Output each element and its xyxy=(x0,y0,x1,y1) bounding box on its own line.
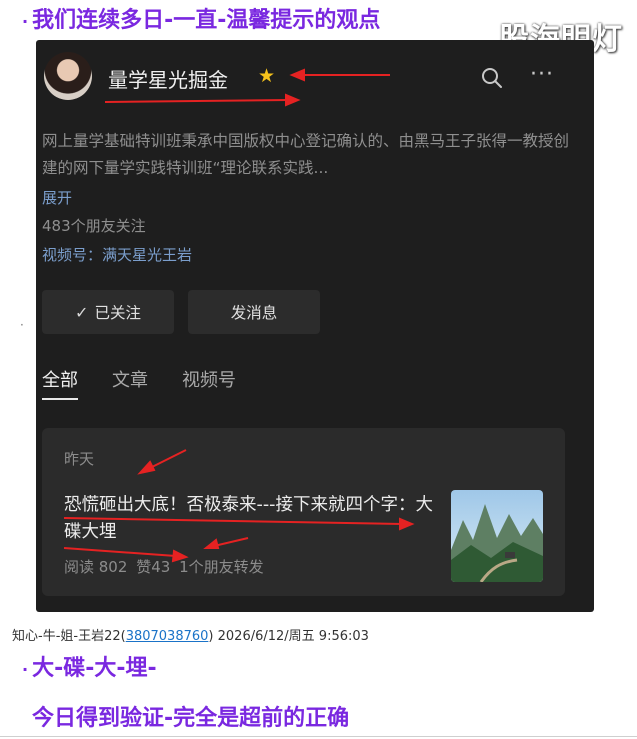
follow-button-label: 已关注 xyxy=(94,304,141,322)
author-close: ) xyxy=(208,629,214,644)
like-count: 赞43 xyxy=(136,558,171,576)
search-icon[interactable] xyxy=(480,66,504,90)
page-heading: · 我们连续多日-一直-温馨提示的观点 xyxy=(22,8,381,33)
tab-video[interactable]: 视频号 xyxy=(182,366,236,400)
follower-count: 483个朋友关注 xyxy=(42,217,146,235)
share-count: 1个朋友转发 xyxy=(179,558,264,576)
account-name[interactable]: 量学星光掘金 xyxy=(108,64,228,93)
check-icon: ✓ xyxy=(75,302,89,322)
expand-link[interactable]: 展开 xyxy=(42,187,72,208)
more-icon[interactable]: ··· xyxy=(530,62,554,87)
conclusion-line-1: · 大-碟-大-埋- xyxy=(22,656,157,681)
bullet-icon: · xyxy=(22,12,29,31)
article-stats: 阅读 802 赞43 1个朋友转发 xyxy=(64,556,268,577)
author-metadata: 知心-牛-姐-王岩22(3807038760) 2026/6/12/周五 9:5… xyxy=(12,625,369,644)
tab-bar: 全部 文章 视频号 xyxy=(42,366,236,400)
article-card[interactable]: 昨天 恐慌砸出大底！否极泰来---接下来就四个字：大碟大埋 阅读 802 赞43… xyxy=(42,428,565,596)
bullet-icon: · xyxy=(20,318,24,332)
article-date: 昨天 xyxy=(64,450,95,468)
follow-button[interactable]: ✓ 已关注 xyxy=(42,290,174,334)
author-id-link[interactable]: 3807038760 xyxy=(126,629,209,644)
article-thumbnail[interactable] xyxy=(451,490,543,582)
avatar[interactable] xyxy=(44,52,92,100)
tab-all[interactable]: 全部 xyxy=(42,366,78,400)
bullet-icon: · xyxy=(22,660,29,679)
account-description: 网上量学基础特训班秉承中国版权中心登记确认的、由黑马王子张得一教授创建的网下量学… xyxy=(42,132,570,177)
article-title[interactable]: 恐慌砸出大底！否极泰来---接下来就四个字：大碟大埋 xyxy=(64,492,436,546)
divider xyxy=(0,736,637,737)
video-channel-link[interactable]: 视频号：满天星光王岩 xyxy=(42,244,192,265)
tab-articles[interactable]: 文章 xyxy=(112,366,148,400)
star-icon: ★ xyxy=(258,65,276,87)
account-profile-panel: 量学星光掘金 ★ ··· 网上量学基础特训班秉承中国版权中心登记确认的、由黑马王… xyxy=(36,40,594,612)
conclusion-line-2: 今日得到验证-完全是超前的正确 xyxy=(32,706,350,731)
author-name: 知心-牛-姐-王岩22( xyxy=(12,629,126,644)
message-button-label: 发消息 xyxy=(230,304,278,322)
message-button[interactable]: 发消息 xyxy=(188,290,320,334)
read-count: 阅读 802 xyxy=(64,558,128,576)
post-datetime: 2026/6/12/周五 9:56:03 xyxy=(217,629,369,644)
